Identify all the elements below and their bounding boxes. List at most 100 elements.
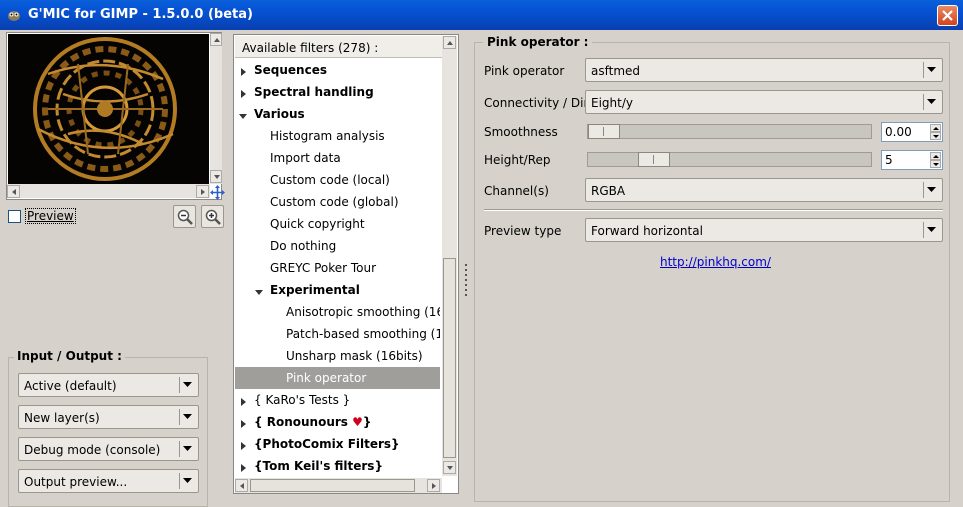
expander-closed-icon[interactable] [239, 66, 248, 76]
filter-tree-row[interactable]: Import data [235, 147, 440, 169]
connectivity-label: Connectivity / Dir [484, 96, 589, 110]
heart-icon: ♥ [352, 415, 363, 429]
filter-tree-row[interactable]: Patch-based smoothing (16bits) [235, 323, 440, 345]
slider-thumb[interactable] [588, 124, 620, 139]
pink-operator-combo[interactable]: asftmed [585, 58, 943, 82]
filter-label: { Ronounours ♥} [254, 415, 372, 429]
expander-closed-icon[interactable] [239, 418, 248, 428]
tree-hscroll-thumb[interactable] [250, 479, 415, 492]
expander-closed-icon[interactable] [239, 88, 248, 98]
output-preview-combo[interactable]: Output preview... [18, 469, 199, 493]
spin-up-button[interactable] [930, 152, 941, 160]
filter-label: {Tom Keil's filters} [254, 459, 383, 473]
spin-up-button[interactable] [930, 124, 941, 132]
smoothness-slider[interactable] [587, 124, 872, 139]
combo-value: asftmed [591, 64, 641, 78]
pane-splitter[interactable] [464, 262, 469, 302]
scroll-up-button[interactable] [443, 36, 456, 49]
filter-label: Anisotropic smoothing (16bits) [286, 305, 440, 319]
filter-tree-row[interactable]: Histogram analysis [235, 125, 440, 147]
filter-tree-row[interactable]: Do nothing [235, 235, 440, 257]
zoom-in-icon [205, 209, 221, 225]
filter-tree-row[interactable]: { KaRo's Tests } [235, 389, 440, 411]
tree-vscrollbar[interactable] [442, 36, 457, 476]
zoom-out-button[interactable] [173, 205, 196, 228]
expander-open-icon[interactable] [239, 110, 248, 119]
channels-label: Channel(s) [484, 184, 549, 198]
filter-tree-row[interactable]: {Tom Keil's filters} [235, 455, 440, 477]
combo-label: New layer(s) [24, 411, 100, 425]
scroll-up-button[interactable] [210, 33, 222, 46]
scroll-left-button[interactable] [235, 479, 248, 492]
filter-label: Experimental [270, 283, 360, 297]
filter-tree-row[interactable]: Sequences [235, 59, 440, 81]
expander-closed-icon[interactable] [239, 462, 248, 472]
combo-value: RGBA [591, 184, 626, 198]
scroll-right-button[interactable] [196, 185, 209, 198]
author-link[interactable]: http://pinkhq.com/ [660, 255, 771, 269]
chevron-down-icon [923, 94, 939, 110]
filter-label: Custom code (global) [270, 195, 399, 209]
close-button[interactable] [937, 5, 958, 26]
input-layers-combo[interactable]: Active (default) [18, 373, 199, 397]
scroll-down-button[interactable] [210, 170, 222, 183]
preview-frame [6, 32, 222, 200]
filter-label: {PhotoComix Filters} [254, 437, 400, 451]
output-mode-combo[interactable]: New layer(s) [18, 405, 199, 429]
preview-checkbox[interactable] [8, 210, 21, 223]
filter-label: Various [254, 107, 305, 121]
scroll-right-button[interactable] [427, 479, 440, 492]
verbosity-combo[interactable]: Debug mode (console) [18, 437, 199, 461]
height-spinbox[interactable]: 5 [881, 150, 943, 170]
filter-label: GREYC Poker Tour [270, 261, 377, 275]
filter-tree-row[interactable]: Quick copyright [235, 213, 440, 235]
channels-combo[interactable]: RGBA [585, 178, 943, 202]
height-slider[interactable] [587, 152, 872, 167]
preview-type-combo[interactable]: Forward horizontal [585, 218, 943, 242]
filter-tree-row[interactable]: {PhotoComix Filters} [235, 433, 440, 455]
height-label: Height/Rep [484, 153, 551, 167]
filter-tree-row[interactable]: Spectral handling [235, 81, 440, 103]
tree-vscroll-thumb[interactable] [443, 258, 456, 458]
scroll-left-button[interactable] [7, 185, 20, 198]
expander-closed-icon[interactable] [239, 396, 248, 406]
zoom-in-button[interactable] [201, 205, 224, 228]
connectivity-combo[interactable]: Eight/y [585, 90, 943, 114]
filter-params-title: Pink operator : [483, 35, 593, 49]
preview-type-label: Preview type [484, 224, 562, 238]
smoothness-spinbox[interactable]: 0.00 [881, 122, 943, 142]
combo-value: Eight/y [591, 96, 633, 110]
filter-label: Spectral handling [254, 85, 374, 99]
spin-down-button[interactable] [930, 160, 941, 168]
filter-tree-row[interactable]: { Ronounours ♥} [235, 411, 440, 433]
title-bar: G'MIC for GIMP - 1.5.0.0 (beta) [0, 0, 963, 30]
filter-tree-row[interactable]: Experimental [235, 279, 440, 301]
filter-tree: Available filters (278) : Sequences Spect… [233, 34, 459, 494]
filter-tree-row[interactable]: Custom code (global) [235, 191, 440, 213]
filter-tree-row[interactable]: Pink operator [235, 367, 440, 389]
preview-hscrollbar[interactable] [7, 184, 210, 198]
filter-tree-row[interactable]: Various [235, 103, 440, 125]
filter-label: Patch-based smoothing (16bits) [286, 327, 440, 341]
preview-vscrollbar[interactable] [210, 33, 222, 184]
combo-label: Debug mode (console) [24, 443, 161, 457]
chevron-down-icon [179, 377, 195, 393]
preview-image [8, 34, 209, 184]
filter-tree-row[interactable]: GREYC Poker Tour [235, 257, 440, 279]
expander-open-icon[interactable] [255, 286, 264, 295]
filter-tree-row[interactable]: Anisotropic smoothing (16bits) [235, 301, 440, 323]
navigate-icon[interactable] [210, 185, 225, 200]
scroll-down-button[interactable] [443, 461, 456, 474]
preview-checkbox-label[interactable]: Preview [25, 208, 76, 224]
filter-tree-row[interactable]: Custom code (local) [235, 169, 440, 191]
tree-hscrollbar[interactable] [235, 478, 442, 493]
smoothness-label: Smoothness [484, 125, 558, 139]
expander-closed-icon[interactable] [239, 440, 248, 450]
filter-tree-row[interactable]: Unsharp mask (16bits) [235, 345, 440, 367]
slider-thumb[interactable] [638, 152, 670, 167]
chevron-down-icon [179, 473, 195, 489]
combo-label: Output preview... [24, 475, 128, 489]
spin-down-button[interactable] [930, 132, 941, 140]
filter-label: Do nothing [270, 239, 337, 253]
filter-label: Histogram analysis [270, 129, 385, 143]
